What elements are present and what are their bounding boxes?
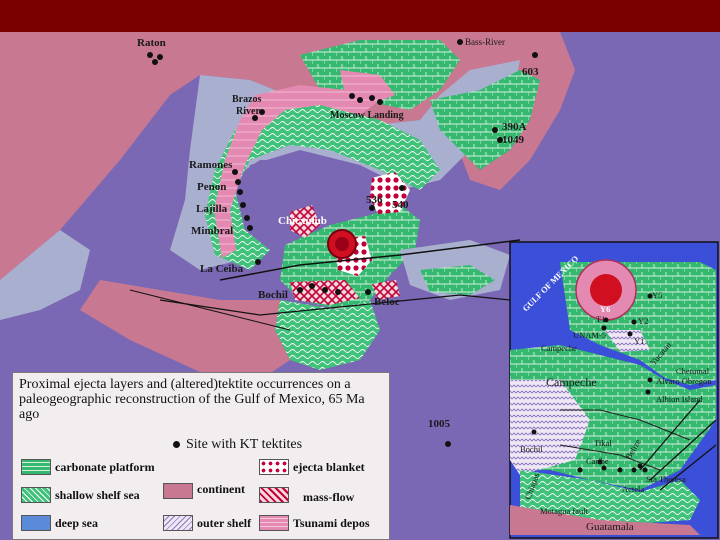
inset-map: GULF OF MEXICO Y6 Y5 T1 Y2 Y1 UNAM-5 Cam… [509,241,719,539]
inset-actela: Actela [622,484,644,494]
legend-title: Proximal ejecta layers and (altered)tekt… [19,377,365,422]
inset-alvaro-obregon: Alvaro Obregon [656,376,712,386]
inset-tikal: Tikal [594,438,612,448]
label-603: 603 [522,66,539,78]
swatch-mass-flow [259,487,289,503]
label-536: 536 [366,194,383,206]
label-brazos: Brazos [232,94,262,105]
label-1049: 1049 [502,134,525,146]
label-chicxulub: Chicxulub [278,215,327,227]
inset-caribe: Caribe [586,456,609,466]
swatch-tsunami-depos [259,515,289,531]
inset-bochil: Bochil [520,444,543,454]
label-1005: 1005 [428,418,451,430]
inset-motagua-fault: Motagua fault [540,506,589,516]
legend-mass-flow: mass-flow [303,490,355,504]
label-la-ceiba: La Ceiba [200,263,244,275]
swatch-shallow-shelf-sea [21,487,51,503]
label-540: 540 [392,199,409,211]
inset-y5: Y5 [652,290,662,300]
inset-campeche-town: Campeche [541,343,577,353]
legend-tsunami-depos: Tsunami depos [293,516,370,530]
inset-y1: Y1 [634,336,644,346]
legend-continent: continent [197,482,245,496]
legend-outer-shelf: outer shelf [197,516,252,530]
label-ramones: Ramones [189,159,233,171]
slide: Raton Bass-River 603 Brazos River Moscow… [0,0,720,540]
legend-site-key-label: Site with KT tektites [186,437,303,452]
swatch-ejecta-blanket [259,459,289,475]
inset-guatamala: Guatamala [586,521,634,533]
chicxulub-crater-core [335,237,349,251]
swatch-deep-sea [21,515,51,531]
legend-carbonate-platform: carbonate platform [55,460,155,474]
inset-y6: Y6 [600,304,610,314]
legend-shallow-shelf-sea: shallow shelf sea [55,488,140,502]
inset-chetumal: Chetumal [676,366,710,376]
inset-albion-island: Albion Island [656,394,703,404]
label-penon: Penon [197,181,226,193]
label-river: River [236,106,260,117]
legend: Proximal ejecta layers and (altered)tekt… [12,372,390,540]
title-bar [0,0,720,32]
swatch-outer-shelf [163,515,193,531]
swatch-carbonate-platform [21,459,51,475]
swatch-continent [163,483,193,499]
legend-ejecta-blanket: ejecta blanket [293,460,365,474]
site-dot-icon [173,441,180,449]
label-bass-river: Bass-River [465,37,505,47]
inset-t1: T1 [596,314,605,324]
legend-deep-sea: deep sea [55,516,98,530]
inset-unam5: UNAM-5 [573,330,606,340]
label-moscow-landing: Moscow Landing [330,110,404,121]
label-lajilla: Lajilla [196,203,228,215]
label-bochil: Bochil [258,289,288,301]
label-mimbral: Mimbral [191,225,233,237]
inset-sta-theresa: Sta Theresa [646,474,686,484]
legend-site-key: Site with KT tektites [173,437,302,453]
label-beloc: Beloc [374,296,400,308]
inset-campeche-region: Campeche [546,375,597,389]
label-390a: 390A [502,121,527,133]
inset-y2: Y2 [638,316,648,326]
label-raton: Raton [137,37,166,49]
